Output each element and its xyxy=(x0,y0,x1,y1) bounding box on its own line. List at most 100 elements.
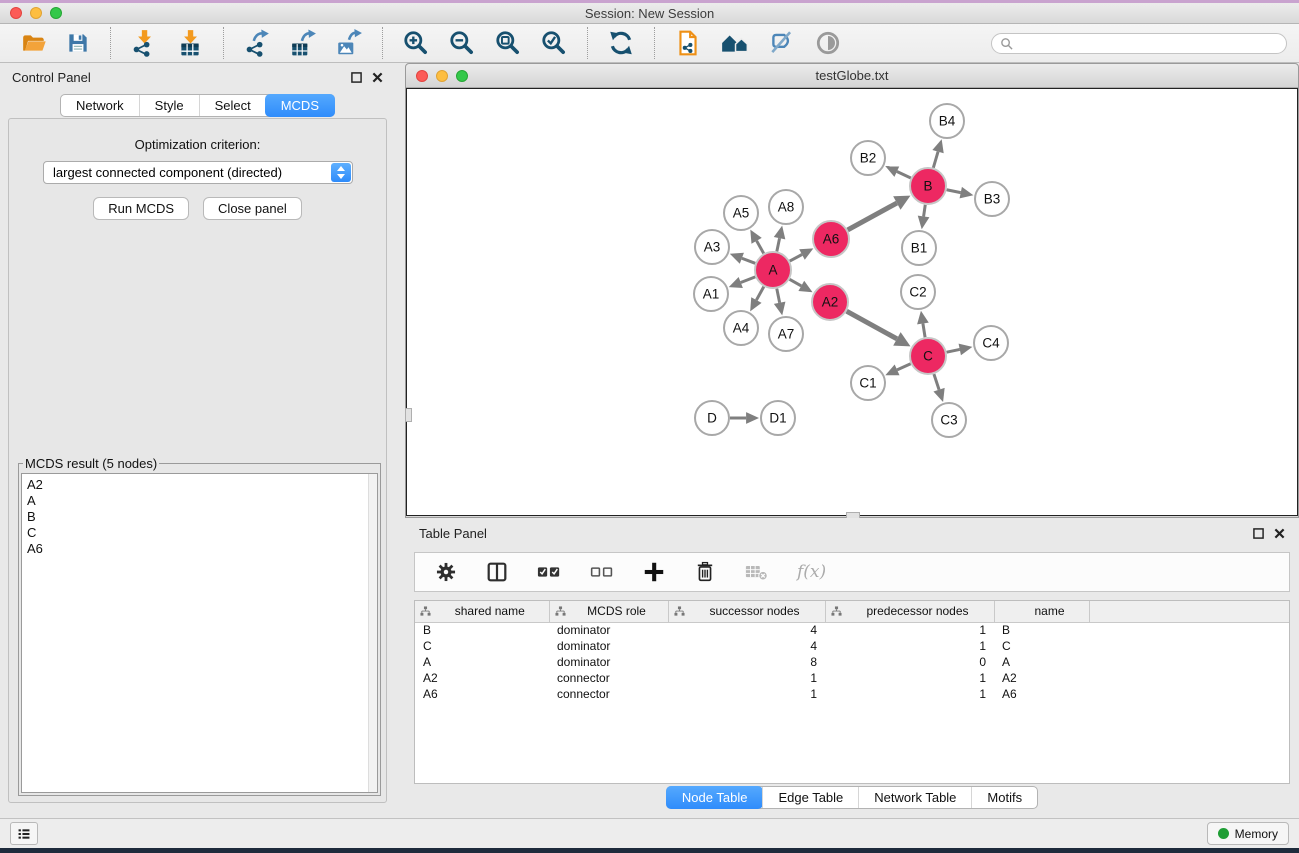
tab-edge-table[interactable]: Edge Table xyxy=(762,787,858,808)
table-cell[interactable]: dominator xyxy=(549,622,668,638)
table-cell[interactable]: A6 xyxy=(994,686,1089,702)
table-cell[interactable]: C xyxy=(415,638,549,654)
tab-style[interactable]: Style xyxy=(139,95,199,116)
export-network-button[interactable] xyxy=(237,27,277,59)
refresh-button[interactable] xyxy=(601,27,641,59)
table-cell[interactable]: A xyxy=(994,654,1089,670)
optimization-criterion-dropdown[interactable]: largest connected component (directed) xyxy=(43,161,353,184)
table-cell[interactable]: 1 xyxy=(825,638,994,654)
close-panel-icon[interactable] xyxy=(1274,528,1285,539)
table-cell[interactable]: 1 xyxy=(825,622,994,638)
tab-node-table[interactable]: Node Table xyxy=(666,786,764,809)
search-field[interactable] xyxy=(991,33,1287,54)
column-header-name[interactable]: name xyxy=(994,601,1089,622)
table-cell[interactable]: dominator xyxy=(549,638,668,654)
table-cell[interactable]: A2 xyxy=(994,670,1089,686)
graph-edge-C-C4[interactable] xyxy=(947,349,960,352)
table-cell[interactable]: A6 xyxy=(415,686,549,702)
node-table[interactable]: shared nameMCDS rolesuccessor nodesprede… xyxy=(414,600,1290,784)
tab-network-table[interactable]: Network Table xyxy=(858,787,971,808)
graph-edge-A-A8[interactable] xyxy=(777,238,780,251)
graph-edge-C-C2[interactable] xyxy=(923,324,925,338)
tab-network[interactable]: Network xyxy=(61,95,139,116)
mcds-result-item[interactable]: A xyxy=(27,493,377,509)
graph-edge-B-B1[interactable] xyxy=(924,205,926,217)
table-cell[interactable]: dominator xyxy=(549,654,668,670)
add-row-button[interactable] xyxy=(636,558,672,586)
table-cell[interactable]: 1 xyxy=(825,670,994,686)
graph-edge-A-A5[interactable] xyxy=(757,241,764,254)
zoom-selected-button[interactable] xyxy=(534,27,574,59)
table-cell[interactable]: 1 xyxy=(825,686,994,702)
import-network-button[interactable] xyxy=(124,27,164,59)
network-graph[interactable]: B4B2BB3A8A5A6A3B1AC2A1A2A4A7C4CC1C3DD1 xyxy=(407,89,1299,517)
open-session-button[interactable] xyxy=(15,28,53,58)
graph-edge-B-B3[interactable] xyxy=(947,190,961,193)
table-cell[interactable]: 0 xyxy=(825,654,994,670)
graph-edge-C-C3[interactable] xyxy=(934,374,939,390)
show-hide-labels-button[interactable] xyxy=(762,27,802,59)
graph-edge-A6-B[interactable] xyxy=(848,203,897,230)
column-header-MCDS-role[interactable]: MCDS role xyxy=(549,601,668,622)
scrollbar-track[interactable] xyxy=(368,474,377,792)
graph-edge-A-A1[interactable] xyxy=(741,277,756,283)
column-header-predecessor-nodes[interactable]: predecessor nodes xyxy=(825,601,994,622)
tab-select[interactable]: Select xyxy=(199,95,266,116)
graph-edge-A-A7[interactable] xyxy=(777,289,780,303)
mcds-result-item[interactable]: A6 xyxy=(27,541,377,557)
table-cell[interactable]: 1 xyxy=(668,686,825,702)
mcds-result-item[interactable]: C xyxy=(27,525,377,541)
table-cell[interactable]: B xyxy=(994,622,1089,638)
select-all-button[interactable] xyxy=(530,558,568,586)
table-row[interactable]: Cdominator41C xyxy=(415,638,1289,654)
network-canvas[interactable]: B4B2BB3A8A5A6A3B1AC2A1A2A4A7C4CC1C3DD1 xyxy=(406,88,1298,516)
run-mcds-button[interactable]: Run MCDS xyxy=(93,197,189,220)
network-window-titlebar[interactable]: testGlobe.txt xyxy=(406,64,1298,88)
table-cell[interactable]: connector xyxy=(549,686,668,702)
mcds-result-list[interactable]: A2ABCA6 xyxy=(21,473,378,793)
task-history-button[interactable] xyxy=(10,822,38,845)
graph-edge-A2-C[interactable] xyxy=(847,311,897,339)
graph-edge-A-A2[interactable] xyxy=(790,279,802,286)
graph-edge-A-A6[interactable] xyxy=(790,255,802,262)
table-cell[interactable]: A2 xyxy=(415,670,549,686)
save-session-button[interactable] xyxy=(59,28,97,58)
memory-button[interactable]: Memory xyxy=(1207,822,1289,845)
bird-eye-view-button[interactable] xyxy=(808,27,848,59)
table-row[interactable]: Bdominator41B xyxy=(415,622,1289,638)
deselect-all-button[interactable] xyxy=(583,558,621,586)
table-row[interactable]: A2connector11A2 xyxy=(415,670,1289,686)
table-options-button[interactable] xyxy=(428,558,464,586)
search-input[interactable] xyxy=(1013,35,1278,51)
table-cell[interactable]: A xyxy=(415,654,549,670)
delete-row-button[interactable] xyxy=(687,558,723,586)
export-image-button[interactable] xyxy=(329,27,369,59)
graph-edge-A-A3[interactable] xyxy=(742,258,755,263)
graph-edge-B-B4[interactable] xyxy=(933,152,938,168)
column-header-successor-nodes[interactable]: successor nodes xyxy=(668,601,825,622)
table-cell[interactable]: 4 xyxy=(668,638,825,654)
table-row[interactable]: A6connector11A6 xyxy=(415,686,1289,702)
table-cell[interactable]: 4 xyxy=(668,622,825,638)
tab-mcds[interactable]: MCDS xyxy=(265,94,335,117)
function-builder-button[interactable]: f(x) xyxy=(791,560,832,584)
show-columns-button[interactable] xyxy=(479,558,515,586)
graph-edge-C-C1[interactable] xyxy=(897,364,911,370)
mcds-result-item[interactable]: B xyxy=(27,509,377,525)
table-cell[interactable]: 8 xyxy=(668,654,825,670)
close-panel-icon[interactable] xyxy=(372,72,383,83)
import-table-button[interactable] xyxy=(170,27,210,59)
float-panel-icon[interactable] xyxy=(1253,528,1264,539)
zoom-fit-button[interactable] xyxy=(488,27,528,59)
zoom-in-button[interactable] xyxy=(396,27,436,59)
table-cell[interactable]: C xyxy=(994,638,1089,654)
export-table-button[interactable] xyxy=(283,27,323,59)
tab-motifs[interactable]: Motifs xyxy=(971,787,1037,808)
delete-table-button[interactable] xyxy=(738,558,776,586)
home-layout-button[interactable] xyxy=(714,27,756,59)
clone-network-button[interactable] xyxy=(668,27,708,59)
table-cell[interactable]: connector xyxy=(549,670,668,686)
zoom-out-button[interactable] xyxy=(442,27,482,59)
table-cell[interactable]: B xyxy=(415,622,549,638)
mcds-result-item[interactable]: A2 xyxy=(27,477,377,493)
